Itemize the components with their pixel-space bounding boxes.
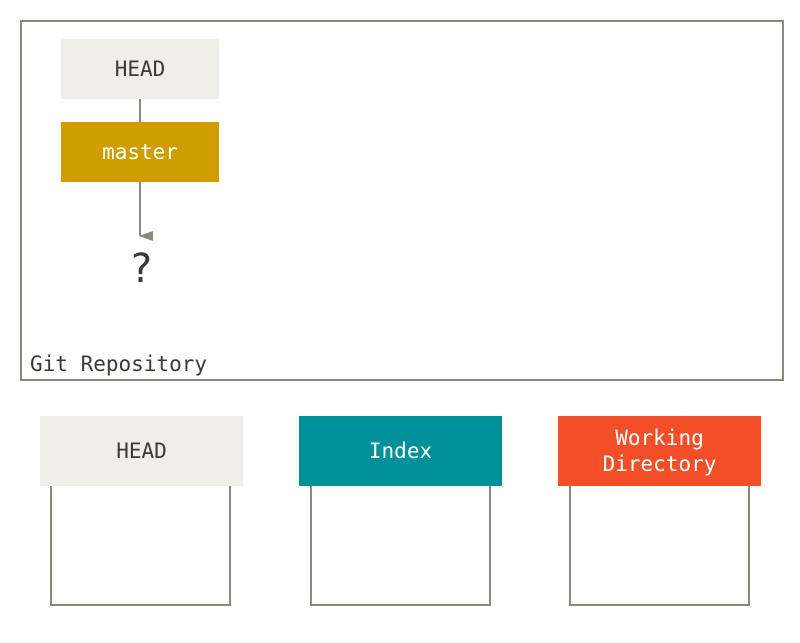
git-repository-label: Git Repository [30,352,208,376]
index-area-label: Index [368,439,433,463]
head-area-box [50,486,231,606]
head-pointer-node: HEAD [61,39,219,99]
head-area-header: HEAD [40,416,243,486]
head-pointer-label: HEAD [114,57,166,81]
master-branch-node: master [61,122,219,182]
unknown-commit-marker: ? [128,246,154,292]
master-branch-label: master [102,140,178,164]
git-diagram: HEAD master ? Git Repository HEAD Index … [0,0,800,643]
working-directory-area-header: Working Directory [558,416,761,486]
index-area-header: Index [299,416,502,486]
head-area-label: HEAD [116,439,167,463]
index-area-box [310,486,491,606]
working-directory-area-box [569,486,750,606]
working-directory-area-label: Working Directory [602,426,717,476]
